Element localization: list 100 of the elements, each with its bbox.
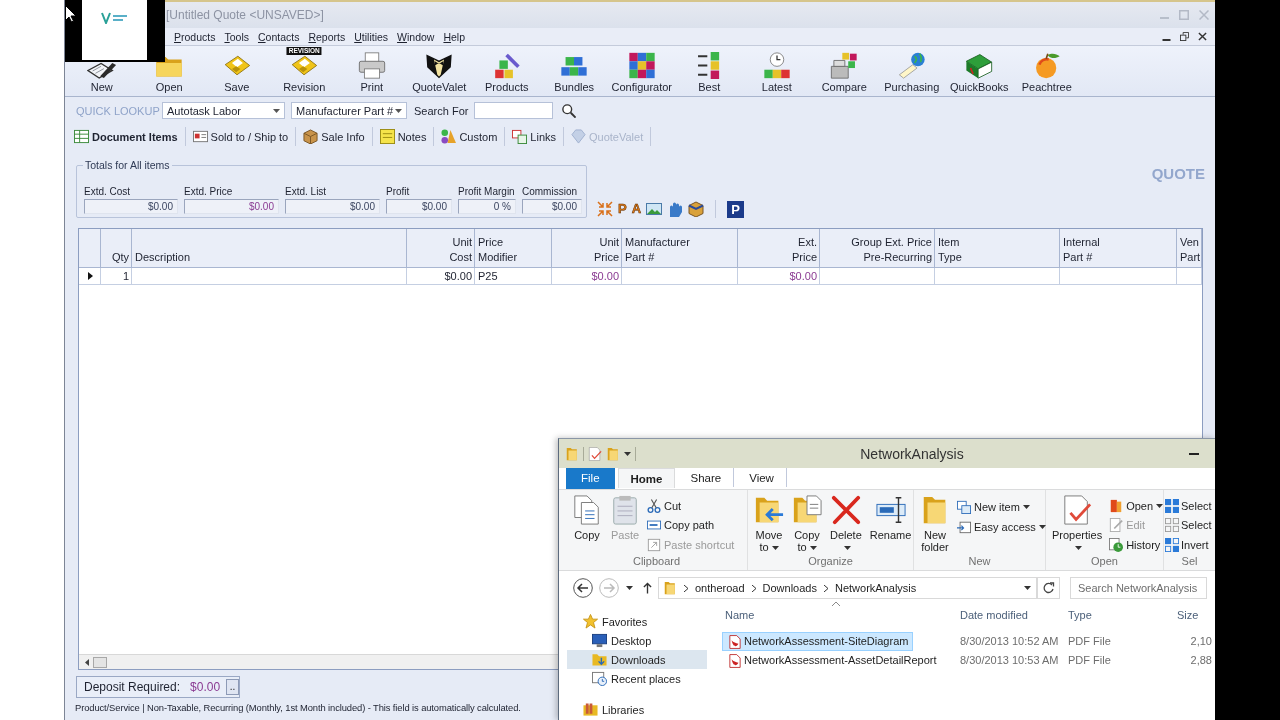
- ribbon-button[interactable]: New item: [955, 497, 1048, 516]
- column-header[interactable]: Unit Price: [552, 229, 622, 267]
- toolbar-button[interactable]: Compare: [810, 46, 878, 96]
- menu-item[interactable]: Help: [443, 30, 466, 43]
- refresh-icon[interactable]: [1037, 577, 1060, 599]
- ribbon-tab[interactable]: Share: [678, 468, 735, 487]
- column-header[interactable]: Ext. Price: [738, 229, 820, 267]
- menu-item[interactable]: Utilities: [354, 30, 389, 43]
- menu-item[interactable]: Products: [174, 30, 216, 43]
- scroll-left-icon[interactable]: [85, 658, 89, 666]
- category-dropdown[interactable]: Autotask Labor: [162, 102, 285, 119]
- chevron-icon[interactable]: [751, 584, 756, 592]
- group-title: Totals for All items: [84, 159, 171, 171]
- breadcrumb[interactable]: ontheroad: [695, 582, 745, 594]
- ribbon-button[interactable]: New folder: [917, 493, 953, 554]
- caret-icon[interactable]: [1024, 586, 1031, 590]
- ribbon-button[interactable]: Copy to: [789, 493, 825, 554]
- breadcrumb[interactable]: NetworkAnalysis: [834, 582, 917, 594]
- caret-icon[interactable]: [624, 451, 631, 456]
- toolbar-button[interactable]: QuoteValet: [405, 46, 473, 96]
- nav-item[interactable]: Desktop: [567, 631, 707, 650]
- minimize-icon[interactable]: [1189, 452, 1199, 455]
- caret-icon[interactable]: [626, 586, 633, 590]
- column-header[interactable]: Type: [1062, 606, 1171, 625]
- hand-icon[interactable]: [667, 201, 684, 217]
- ribbon-button[interactable]: Select: [1165, 516, 1212, 535]
- column-header[interactable]: Unit Cost: [407, 229, 475, 267]
- toolbar-button[interactable]: Print: [338, 46, 406, 96]
- menu-item[interactable]: Tools: [224, 30, 249, 43]
- format-button[interactable]: P: [727, 200, 745, 218]
- picture-icon[interactable]: [646, 201, 663, 217]
- ribbon-tab[interactable]: Home: [617, 468, 676, 488]
- tab[interactable]: Custom: [439, 127, 506, 146]
- ribbon-button[interactable]: Move to: [751, 493, 787, 554]
- ribbon-button[interactable]: Rename: [866, 493, 915, 554]
- column-header[interactable]: Description: [132, 229, 407, 267]
- nav-item[interactable]: Libraries: [567, 700, 707, 719]
- column-header[interactable]: Item Type: [935, 229, 1060, 267]
- ribbon-button[interactable]: Copy path: [645, 516, 737, 535]
- toolbar-button[interactable]: Save: [203, 46, 271, 96]
- nav-item[interactable]: Downloads: [567, 650, 707, 669]
- menu-item[interactable]: Contacts: [257, 30, 300, 43]
- nav-item[interactable]: Recent places: [567, 669, 707, 688]
- ribbon-button[interactable]: Delete: [827, 493, 865, 554]
- toolbar-button[interactable]: QuickBooks: [945, 46, 1013, 96]
- column-header[interactable]: Date modified: [952, 606, 1062, 625]
- menu-item[interactable]: Reports: [308, 30, 346, 43]
- scrollbar-thumb[interactable]: [93, 656, 107, 668]
- tab[interactable]: Document Items: [72, 127, 186, 146]
- text-cursor-icon: [875, 495, 906, 525]
- document-check-icon[interactable]: [588, 446, 602, 461]
- file-item[interactable]: NetworkAssessment-AssetDetailReport: [722, 651, 942, 670]
- box-icon[interactable]: [688, 201, 705, 217]
- search-icon[interactable]: [562, 103, 577, 118]
- toolbar-button[interactable]: Products: [473, 46, 541, 96]
- column-header[interactable]: Manufacturer Part #: [622, 229, 738, 267]
- compress-arrows-icon[interactable]: [597, 201, 613, 217]
- toolbar-button[interactable]: Purchasing: [878, 46, 946, 96]
- toolbar-button[interactable]: Latest: [743, 46, 811, 96]
- search-field[interactable]: [474, 102, 554, 119]
- document-pencil-icon: [86, 62, 117, 79]
- chevron-icon[interactable]: [684, 584, 688, 592]
- toolbar-button[interactable]: Best: [675, 46, 743, 96]
- column-header[interactable]: Ven Part: [1177, 229, 1202, 267]
- ribbon-button[interactable]: Select: [1165, 497, 1212, 516]
- ribbon-button[interactable]: History: [1107, 535, 1166, 554]
- minimize-icon[interactable]: [1162, 38, 1171, 41]
- ribbon-button[interactable]: Open: [1107, 497, 1166, 516]
- tab[interactable]: Notes: [377, 127, 435, 146]
- address-bar[interactable]: ontheroad Downloads NetworkAnalysis: [658, 577, 1037, 599]
- ribbon-button[interactable]: Properties: [1049, 493, 1106, 554]
- column-header[interactable]: Qty: [101, 229, 132, 267]
- close-icon[interactable]: [1198, 32, 1207, 41]
- ribbon-button[interactable]: Cut: [645, 497, 737, 516]
- ribbon-button[interactable]: Copy: [569, 493, 605, 554]
- column-header[interactable]: Group Ext. Price Pre-Recurring: [820, 229, 935, 267]
- ribbon-button[interactable]: Invert: [1165, 535, 1212, 554]
- chevron-icon[interactable]: [823, 584, 828, 592]
- column-header[interactable]: Name: [719, 606, 952, 625]
- column-header[interactable]: Internal Part #: [1060, 229, 1177, 267]
- nav-item[interactable]: Favorites: [567, 612, 707, 631]
- toolbar-button[interactable]: Peachtree: [1013, 46, 1081, 96]
- column-header[interactable]: Size: [1171, 606, 1215, 625]
- breadcrumb[interactable]: Downloads: [762, 582, 817, 594]
- column-header[interactable]: Price Modifier: [475, 229, 552, 267]
- ellipsis-button[interactable]: ..: [226, 679, 239, 695]
- tab[interactable]: Links: [510, 127, 564, 146]
- toolbar-button[interactable]: Bundles: [540, 46, 608, 96]
- search-field[interactable]: Search NetworkAnalysis: [1070, 577, 1207, 599]
- file-item[interactable]: NetworkAssessment-SiteDiagram: [722, 632, 914, 651]
- ribbon-button[interactable]: Easy access: [955, 517, 1048, 536]
- tab[interactable]: Sale Info: [301, 127, 373, 146]
- toolbar-button[interactable]: Configurator: [608, 46, 676, 96]
- field-dropdown[interactable]: Manufacturer Part #: [291, 102, 407, 119]
- ribbon-tab[interactable]: File: [566, 468, 615, 489]
- tab[interactable]: Sold to / Ship to: [190, 127, 297, 146]
- up-arrow-icon[interactable]: [643, 582, 652, 594]
- restore-icon[interactable]: [1180, 32, 1189, 41]
- menu-item[interactable]: Window: [397, 30, 435, 43]
- ribbon-tab[interactable]: View: [737, 468, 787, 487]
